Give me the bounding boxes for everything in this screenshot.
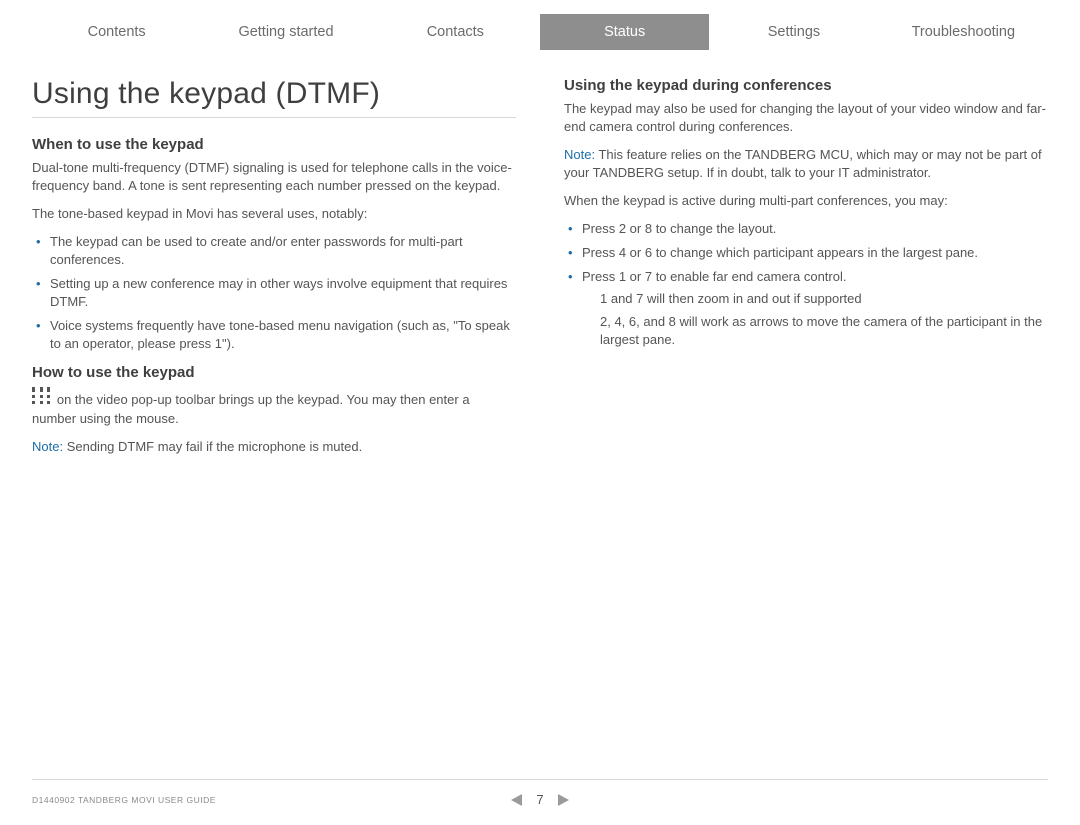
list-item: Voice systems frequently have tone-based… <box>50 317 516 353</box>
next-page-arrow-icon[interactable] <box>558 794 569 806</box>
footer: D1440902 TANDBERG MOVI USER GUIDE 7 <box>32 779 1048 825</box>
note-label: Note: <box>564 147 595 162</box>
body-text: The keypad may also be used for changing… <box>564 100 1048 136</box>
list-item: Press 1 or 7 to enable far end camera co… <box>582 268 1048 350</box>
tab-contacts[interactable]: Contacts <box>371 14 540 50</box>
title-divider <box>32 117 516 118</box>
body-text: When the keypad is active during multi-p… <box>564 192 1048 210</box>
tab-contents[interactable]: Contents <box>32 14 201 50</box>
pager: 7 <box>371 792 710 807</box>
body-text: Dual-tone multi-frequency (DTMF) signali… <box>32 159 516 195</box>
page-title: Using the keypad (DTMF) <box>32 77 516 111</box>
tab-settings[interactable]: Settings <box>709 14 878 50</box>
tab-troubleshooting[interactable]: Troubleshooting <box>879 14 1048 50</box>
list-item-text: Press 1 or 7 to enable far end camera co… <box>582 269 846 284</box>
list-item: Setting up a new conference may in other… <box>50 275 516 311</box>
sub-list: 1 and 7 will then zoom in and out if sup… <box>582 290 1048 350</box>
bullet-list: Press 2 or 8 to change the layout. Press… <box>564 220 1048 350</box>
left-column: Using the keypad (DTMF) When to use the … <box>32 77 516 466</box>
note-label: Note: <box>32 439 63 454</box>
note-text: Note: Sending DTMF may fail if the micro… <box>32 438 516 456</box>
body-text: on the video pop-up toolbar brings up th… <box>32 387 516 428</box>
right-column: Using the keypad during conferences The … <box>564 77 1048 466</box>
page-number: 7 <box>536 792 543 807</box>
tab-status[interactable]: Status <box>540 14 709 50</box>
prev-page-arrow-icon[interactable] <box>511 794 522 806</box>
keypad-icon <box>32 387 51 410</box>
body-text-fragment: on the video pop-up toolbar brings up th… <box>32 392 470 426</box>
tab-getting-started[interactable]: Getting started <box>201 14 370 50</box>
tab-bar: Contents Getting started Contacts Status… <box>32 14 1048 51</box>
list-item: The keypad can be used to create and/or … <box>50 233 516 269</box>
heading-when: When to use the keypad <box>32 136 516 153</box>
list-item: Press 4 or 6 to change which participant… <box>582 244 1048 262</box>
note-text: Note: This feature relies on the TANDBER… <box>564 146 1048 182</box>
doc-id: D1440902 TANDBERG MOVI USER GUIDE <box>32 795 371 805</box>
heading-how: How to use the keypad <box>32 364 516 381</box>
bullet-list: The keypad can be used to create and/or … <box>32 233 516 353</box>
note-body: This feature relies on the TANDBERG MCU,… <box>564 147 1042 180</box>
list-item: Press 2 or 8 to change the layout. <box>582 220 1048 238</box>
note-body: Sending DTMF may fail if the microphone … <box>63 439 362 454</box>
body-text: The tone-based keypad in Movi has severa… <box>32 205 516 223</box>
list-item: 2, 4, 6, and 8 will work as arrows to mo… <box>600 313 1048 349</box>
heading-conferences: Using the keypad during conferences <box>564 77 1048 94</box>
content: Using the keypad (DTMF) When to use the … <box>32 51 1048 466</box>
list-item: 1 and 7 will then zoom in and out if sup… <box>600 290 1048 308</box>
